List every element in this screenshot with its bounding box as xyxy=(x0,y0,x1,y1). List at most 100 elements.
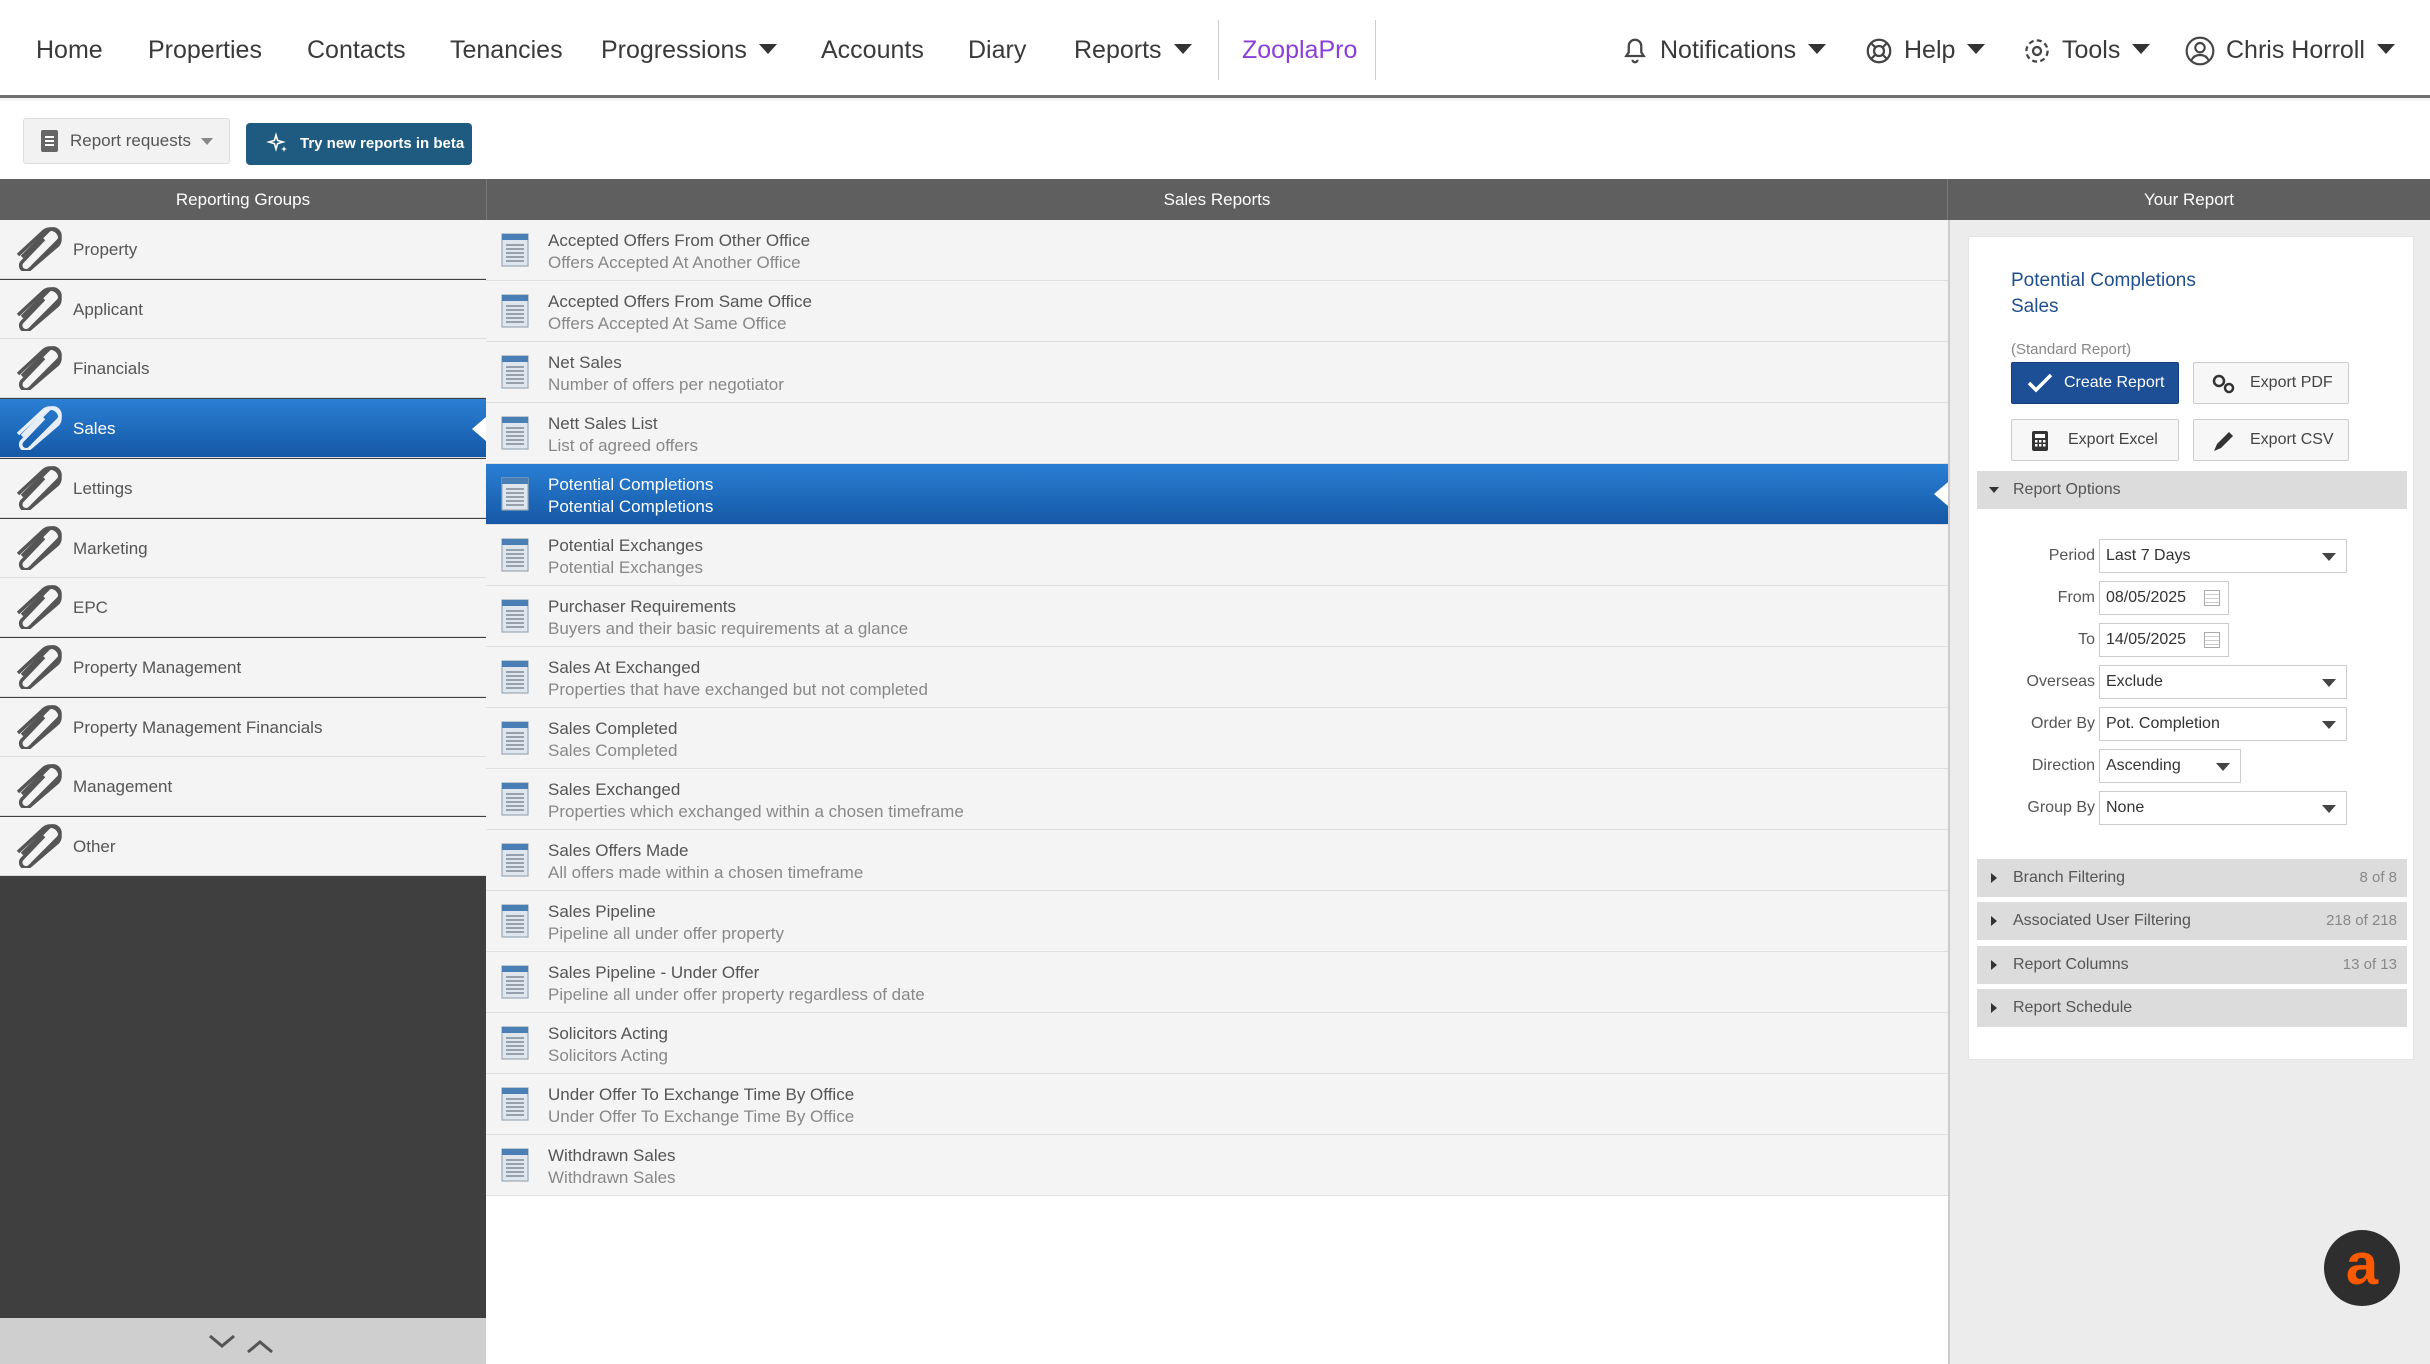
caret-down-icon xyxy=(1808,44,1827,54)
report-item-potential-completions[interactable]: Potential Completions Potential Completio… xyxy=(486,464,1948,525)
report-document-icon xyxy=(501,416,529,450)
branch-filtering-label: Branch Filtering xyxy=(2013,869,2126,886)
group-item-other[interactable]: Other xyxy=(0,817,486,876)
nav-notifications[interactable]: Notifications xyxy=(1620,30,1827,70)
nav-progressions[interactable]: Progressions xyxy=(601,30,777,70)
report-item-title: Sales Offers Made xyxy=(548,841,689,860)
paperclip-icon xyxy=(16,406,62,451)
export-excel-button[interactable]: Export Excel xyxy=(2011,419,2179,461)
report-item-sales-exchanged[interactable]: Sales Exchanged Properties which exchange… xyxy=(486,769,1948,830)
group-item-property-management[interactable]: Property Management xyxy=(0,637,486,697)
chevron-double-down-icon[interactable] xyxy=(206,1330,238,1356)
nav-home[interactable]: Home xyxy=(36,30,103,70)
try-beta-label: Try new reports in beta xyxy=(300,135,465,152)
nav-help[interactable]: Help xyxy=(1864,30,1986,70)
nav-accounts[interactable]: Accounts xyxy=(821,30,924,70)
associated-user-filtering-toggle[interactable]: Associated User Filtering 218 of 218 xyxy=(1977,902,2407,940)
help-label: Help xyxy=(1904,36,1956,64)
paperclip-icon xyxy=(16,465,62,510)
group-by-select[interactable]: None xyxy=(2099,791,2347,825)
group-item-financials[interactable]: Financials xyxy=(0,339,486,399)
report-item-sales-pipeline[interactable]: Sales Pipeline Pipeline all under offer p… xyxy=(486,891,1948,952)
report-item-description: Potential Completions xyxy=(548,497,714,516)
report-item-potential-exchanges[interactable]: Potential Exchanges Potential Exchanges xyxy=(486,525,1948,586)
report-schedule-toggle[interactable]: Report Schedule xyxy=(1977,989,2407,1027)
report-item-sales-completed[interactable]: Sales Completed Sales Completed xyxy=(486,708,1948,769)
report-item-solicitors-acting[interactable]: Solicitors Acting Solicitors Acting xyxy=(486,1013,1948,1074)
group-item-epc[interactable]: EPC xyxy=(0,578,486,638)
create-report-button[interactable]: Create Report xyxy=(2011,362,2179,404)
period-value: Last 7 Days xyxy=(2106,547,2191,564)
nav-user-menu[interactable]: Chris Horroll xyxy=(2184,30,2395,70)
nav-contacts[interactable]: Contacts xyxy=(307,30,406,70)
paperclip-icon xyxy=(16,704,62,749)
group-item-sales[interactable]: Sales xyxy=(0,399,486,459)
direction-select[interactable]: Ascending xyxy=(2099,749,2241,783)
nav-reports[interactable]: Reports xyxy=(1074,30,1192,70)
report-item-description: Properties which exchanged within a chos… xyxy=(548,802,964,821)
direction-label: Direction xyxy=(2031,757,2095,774)
report-requests-button[interactable]: Report requests xyxy=(23,118,230,164)
report-item-withdrawn-sales[interactable]: Withdrawn Sales Withdrawn Sales xyxy=(486,1135,1948,1196)
group-item-management[interactable]: Management xyxy=(0,757,486,817)
calendar-icon[interactable] xyxy=(2204,590,2220,606)
nav-zooplapro[interactable]: ZooplaPro xyxy=(1242,30,1357,70)
overseas-select[interactable]: Exclude xyxy=(2099,665,2347,699)
nav-diary[interactable]: Diary xyxy=(968,30,1026,70)
group-item-applicant[interactable]: Applicant xyxy=(0,279,486,339)
report-columns-toggle[interactable]: Report Columns 13 of 13 xyxy=(1977,946,2407,984)
direction-value: Ascending xyxy=(2106,757,2181,774)
nav-properties[interactable]: Properties xyxy=(148,30,262,70)
document-icon xyxy=(41,130,58,152)
report-item-description: Potential Exchanges xyxy=(548,558,703,577)
paperclip-icon xyxy=(16,764,62,809)
report-item-accepted-offers-from-same-office[interactable]: Accepted Offers From Same Office Offers A… xyxy=(486,281,1948,342)
report-item-title: Accepted Offers From Other Office xyxy=(548,231,811,250)
sparkle-icon xyxy=(266,132,287,152)
report-options-toggle[interactable]: Report Options xyxy=(1977,471,2407,509)
group-item-lettings[interactable]: Lettings xyxy=(0,458,486,518)
paperclip-icon xyxy=(16,286,62,331)
group-item-property[interactable]: Property xyxy=(0,220,486,279)
report-item-purchaser-requirements[interactable]: Purchaser Requirements Buyers and their b… xyxy=(486,586,1948,647)
report-item-sales-pipeline-under-offer[interactable]: Sales Pipeline - Under Offer Pipeline all… xyxy=(486,952,1948,1013)
report-item-description: Offers Accepted At Another Office xyxy=(548,253,801,272)
export-csv-button[interactable]: Export CSV xyxy=(2193,419,2349,461)
paperclip-icon xyxy=(16,645,62,689)
report-document-icon xyxy=(501,660,529,694)
try-beta-button[interactable]: Try new reports in beta xyxy=(246,123,472,165)
report-item-accepted-offers-from-other-office[interactable]: Accepted Offers From Other Office Offers … xyxy=(486,220,1948,281)
report-item-title: Sales At Exchanged xyxy=(548,658,701,677)
export-pdf-button[interactable]: Export PDF xyxy=(2193,362,2349,404)
caret-down-icon xyxy=(201,138,213,145)
calculator-icon xyxy=(2032,431,2048,451)
nav-tenancies[interactable]: Tenancies xyxy=(450,30,563,70)
order-by-select[interactable]: Pot. Completion xyxy=(2099,707,2347,741)
report-item-nett-sales-list[interactable]: Nett Sales List List of agreed offers xyxy=(486,403,1948,464)
group-item-label: Other xyxy=(73,837,116,856)
group-by-value: None xyxy=(2106,799,2145,816)
report-item-description: Under Offer To Exchange Time By Office xyxy=(548,1107,855,1126)
report-item-description: Withdrawn Sales xyxy=(548,1168,676,1187)
chevron-double-up-icon[interactable] xyxy=(244,1330,276,1356)
assistant-launcher-button[interactable]: a xyxy=(2324,1230,2400,1306)
group-item-property-management-financials[interactable]: Property Management Financials xyxy=(0,697,486,757)
group-item-marketing[interactable]: Marketing xyxy=(0,518,486,578)
period-select[interactable]: Last 7 Days xyxy=(2099,539,2347,573)
calendar-icon[interactable] xyxy=(2204,632,2220,648)
report-item-under-offer-to-exchange-time-by-office[interactable]: Under Offer To Exchange Time By Office Un… xyxy=(486,1074,1948,1135)
group-item-label: Lettings xyxy=(73,478,133,498)
to-date-field[interactable]: 14/05/2025 xyxy=(2099,623,2229,657)
branch-filtering-toggle[interactable]: Branch Filtering 8 of 8 xyxy=(1977,859,2407,897)
dropdown-arrow-icon xyxy=(2216,763,2230,771)
report-item-title: Accepted Offers From Same Office xyxy=(548,292,812,311)
from-date-field[interactable]: 08/05/2025 xyxy=(2099,581,2229,615)
export-excel-label: Export Excel xyxy=(2068,431,2158,448)
report-item-title: Withdrawn Sales xyxy=(548,1146,676,1165)
report-item-net-sales[interactable]: Net Sales Number of offers per negotiator xyxy=(486,342,1948,403)
nav-tools[interactable]: Tools xyxy=(2022,30,2151,70)
report-item-sales-at-exchanged[interactable]: Sales At Exchanged Properties that have e… xyxy=(486,647,1948,708)
order-by-label: Order By xyxy=(2030,715,2095,732)
report-item-sales-offers-made[interactable]: Sales Offers Made All offers made within … xyxy=(486,830,1948,891)
paperclip-icon xyxy=(16,585,62,630)
